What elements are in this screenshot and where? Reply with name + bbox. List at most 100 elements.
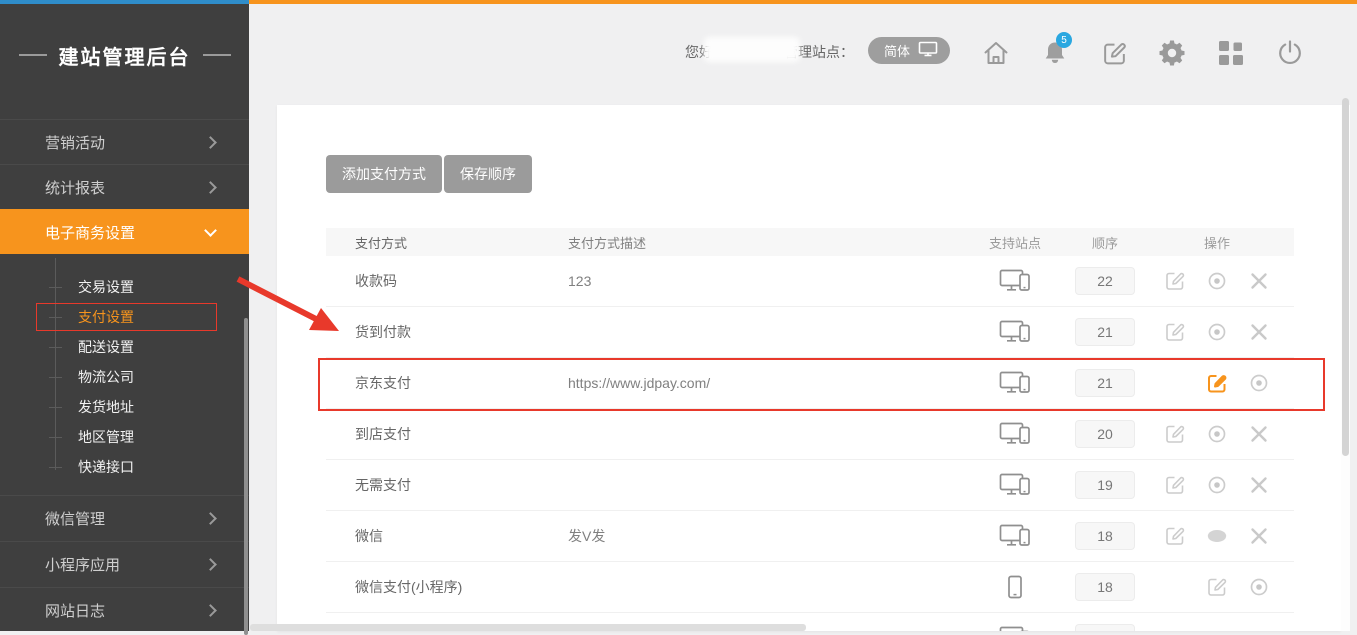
monitor-icon (918, 41, 938, 60)
table-header-cell-0: 支付方式 (326, 233, 568, 252)
edit-icon[interactable] (1164, 474, 1186, 496)
payment-method-name: 无需支付 (326, 475, 568, 495)
sidebar-item-label: 小程序应用 (45, 554, 120, 575)
sidebar-subitem-5[interactable]: 地区管理 (0, 422, 249, 452)
sidebar-subitem-4[interactable]: 发货地址 (0, 392, 249, 422)
add-payment-method-button[interactable]: 添加支付方式 (326, 155, 442, 193)
order-input[interactable]: 21 (1075, 318, 1135, 346)
page-horizontal-scrollbar-thumb[interactable] (250, 624, 806, 631)
desktop-and-mobile-icon (955, 523, 1075, 549)
order-input[interactable]: 22 (1075, 267, 1135, 295)
payment-method-row-4: 无需支付 19 (326, 460, 1294, 511)
tree-tick (49, 377, 62, 378)
sidebar-item-label: 微信管理 (45, 508, 105, 529)
order-input[interactable]: 21 (1075, 369, 1135, 397)
chevron-right-icon (204, 604, 217, 617)
order-input[interactable] (1075, 624, 1135, 631)
payment-method-name: 微信 (326, 526, 568, 546)
visibility-icon[interactable] (1206, 270, 1228, 292)
sidebar-subitem-0[interactable]: 交易设置 (0, 272, 249, 302)
order-input[interactable]: 20 (1075, 420, 1135, 448)
save-order-button[interactable]: 保存顺序 (444, 155, 532, 193)
language-site-pill[interactable]: 简体 (868, 37, 950, 64)
delete-icon[interactable] (1248, 423, 1270, 445)
edit-icon[interactable] (1164, 321, 1186, 343)
sidebar-item-5[interactable]: 网站日志 (0, 587, 249, 632)
order-input[interactable]: 18 (1075, 522, 1135, 550)
desktop-and-mobile-icon (955, 319, 1075, 345)
payment-method-name: 京东支付 (326, 373, 568, 393)
visibility-icon[interactable] (1206, 474, 1228, 496)
visibility-icon[interactable] (1248, 372, 1270, 394)
sidebar-subitem-6[interactable]: 快递接口 (0, 452, 249, 482)
payment-method-row-6: 微信支付(小程序)18 (326, 562, 1294, 613)
sidebar: 建站管理后台 营销活动统计报表电子商务设置微信管理小程序应用网站日志 交易设置支… (0, 4, 249, 631)
sidebar-subitem-3[interactable]: 物流公司 (0, 362, 249, 392)
power-icon[interactable] (1274, 37, 1306, 69)
payment-method-description: 123 (568, 273, 955, 289)
sidebar-subitem-1[interactable]: 支付设置 (0, 302, 249, 332)
delete-icon[interactable] (1248, 270, 1270, 292)
sidebar-item-3[interactable]: 微信管理 (0, 495, 249, 540)
payment-method-row-0: 收款码12322 (326, 256, 1294, 307)
edit-icon[interactable] (1164, 423, 1186, 445)
delete-icon[interactable] (1248, 474, 1270, 496)
order-cell: 18 (1075, 522, 1135, 550)
tree-tick (49, 317, 62, 318)
edit-icon-active[interactable] (1206, 372, 1228, 394)
desktop-and-mobile-icon (955, 625, 1075, 631)
payment-method-row-5: 微信发V发18 (326, 511, 1294, 562)
desktop-and-mobile-icon (955, 472, 1075, 498)
visibility-icon[interactable] (1206, 423, 1228, 445)
payment-method-description: https://www.jdpay.com/ (568, 375, 955, 391)
sidebar-subitem-label: 支付设置 (78, 307, 134, 327)
chevron-down-icon (204, 224, 217, 237)
apps-grid-icon[interactable] (1215, 37, 1247, 69)
visibility-icon[interactable] (1206, 321, 1228, 343)
actions-cell (1150, 576, 1294, 598)
gear-icon[interactable] (1156, 37, 1188, 69)
tree-tick (49, 437, 62, 438)
sidebar-subitem-label: 交易设置 (78, 277, 134, 297)
notification-badge: 5 (1056, 32, 1072, 48)
home-icon[interactable] (980, 37, 1012, 69)
order-input[interactable]: 19 (1075, 471, 1135, 499)
visibility-off-icon[interactable] (1206, 525, 1228, 547)
payment-method-name: 到店支付 (326, 424, 568, 444)
tree-tick (49, 407, 62, 408)
edit-icon[interactable] (1206, 576, 1228, 598)
page-vertical-scrollbar-thumb[interactable] (1342, 98, 1349, 456)
table-header-cell-3: 顺序 (1075, 233, 1135, 252)
chevron-right-icon (204, 181, 217, 194)
order-input[interactable]: 18 (1075, 573, 1135, 601)
bell-icon[interactable]: 5 (1039, 37, 1071, 69)
sidebar-subitem-label: 地区管理 (78, 427, 134, 447)
sidebar-submenu: 交易设置支付设置配送设置物流公司发货地址地区管理快递接口 (0, 250, 249, 485)
sidebar-subitem-label: 发货地址 (78, 397, 134, 417)
sidebar-subitem-label: 物流公司 (78, 367, 134, 387)
topbar: 您好 管理站点： 简体 5 (249, 4, 1357, 103)
sidebar-item-2[interactable]: 电子商务设置 (0, 209, 249, 254)
actions-cell (1150, 321, 1294, 343)
payment-method-row-1: 货到付款21 (326, 307, 1294, 358)
app-title: 建站管理后台 (0, 30, 249, 80)
payment-methods-table: 支付方式支付方式描述支持站点顺序操作 收款码12322货到付款21京东支付htt… (326, 228, 1294, 631)
visibility-icon[interactable] (1248, 576, 1270, 598)
order-cell: 20 (1075, 420, 1135, 448)
sidebar-item-1[interactable]: 统计报表 (0, 164, 249, 209)
order-cell (1075, 624, 1135, 631)
payment-method-row-2: 京东支付https://www.jdpay.com/21 (326, 358, 1294, 409)
sidebar-subitem-2[interactable]: 配送设置 (0, 332, 249, 362)
sidebar-item-0[interactable]: 营销活动 (0, 119, 249, 164)
edit-icon[interactable] (1164, 525, 1186, 547)
tree-tick (49, 287, 62, 288)
delete-icon[interactable] (1248, 321, 1270, 343)
edit-icon[interactable] (1164, 270, 1186, 292)
delete-icon[interactable] (1248, 525, 1270, 547)
sidebar-scrollbar-thumb[interactable] (244, 318, 248, 635)
sidebar-subitem-label: 快递接口 (78, 457, 134, 477)
content-card: 添加支付方式 保存顺序 支付方式支付方式描述支持站点顺序操作 收款码12322货… (277, 105, 1341, 631)
chevron-right-icon (204, 512, 217, 525)
compose-icon[interactable] (1098, 37, 1130, 69)
sidebar-item-4[interactable]: 小程序应用 (0, 541, 249, 586)
